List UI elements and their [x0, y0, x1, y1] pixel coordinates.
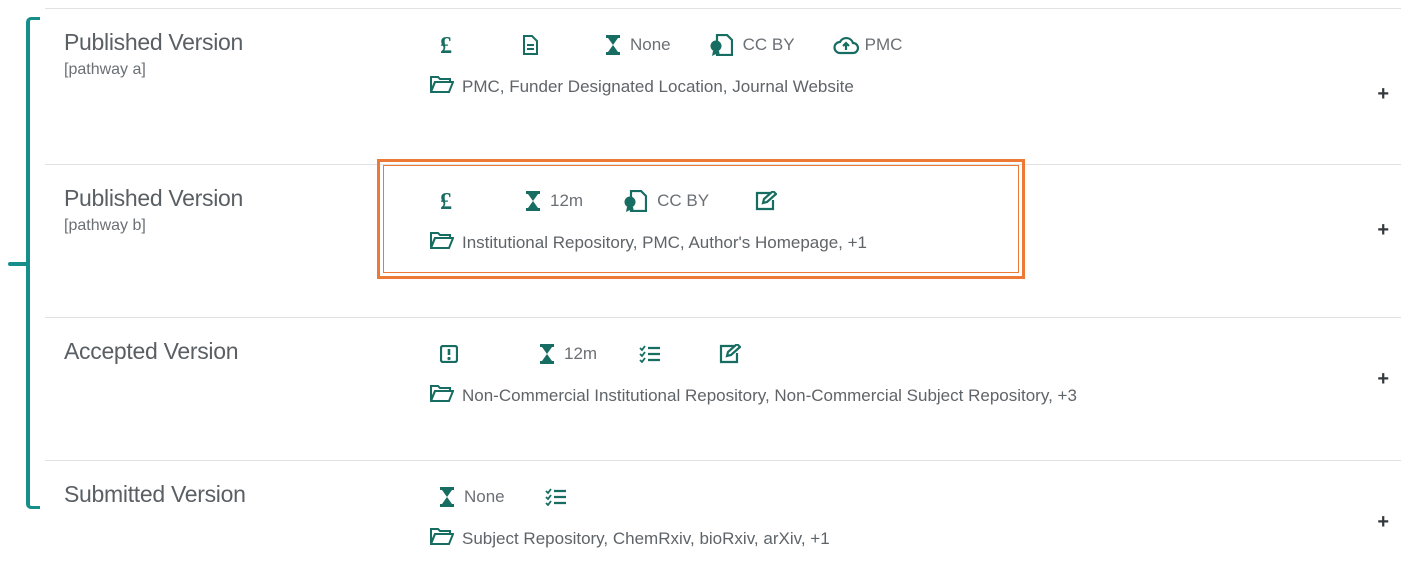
- checklist-icon: [639, 345, 661, 363]
- location-list: Subject Repository, ChemRxiv, bioRxiv, a…: [429, 527, 830, 550]
- hourglass-icon: 12m: [540, 344, 597, 364]
- version-row-submitted: Submitted Version None Subject Repositor…: [45, 460, 1401, 548]
- folder-icon: [429, 75, 455, 98]
- checklist-icon: [545, 488, 567, 506]
- location-list: Non-Commercial Institutional Repository,…: [429, 384, 1077, 407]
- document-icon: [522, 35, 538, 55]
- hourglass-icon: None: [606, 35, 671, 55]
- version-pathway: [pathway a]: [64, 61, 146, 78]
- embargo-value: 12m: [564, 344, 598, 363]
- location-text: Subject Repository, ChemRxiv, bioRxiv, a…: [462, 528, 830, 548]
- version-title: Accepted Version: [64, 338, 239, 364]
- cloud-upload-icon: PMC: [833, 35, 903, 55]
- version-pathway: [pathway b]: [64, 217, 146, 234]
- version-title: Submitted Version: [64, 481, 246, 507]
- highlight-box: [377, 159, 1025, 279]
- folder-icon: [429, 527, 455, 550]
- policy-icons: None: [440, 481, 567, 513]
- alert-icon: [440, 345, 458, 363]
- expand-button[interactable]: +: [1377, 83, 1389, 106]
- embargo-value: None: [464, 487, 505, 506]
- location-text: PMC, Funder Designated Location, Journal…: [462, 76, 854, 96]
- group-bracket-tick: [8, 262, 28, 266]
- policy-icons: 12m: [440, 338, 742, 370]
- license-value: CC BY: [742, 35, 795, 54]
- svg-text:£: £: [440, 34, 452, 56]
- expand-button[interactable]: +: [1377, 511, 1389, 534]
- folder-icon: [429, 384, 455, 407]
- version-title: Published Version: [64, 185, 244, 211]
- license-icon: CC BY: [709, 34, 795, 56]
- policy-icons: £ None CC BY PMC: [440, 29, 902, 61]
- hourglass-icon: None: [440, 487, 505, 507]
- version-row-accepted: Accepted Version 12m Non-Commercial Inst…: [45, 317, 1401, 405]
- deposit-value: PMC: [864, 35, 903, 54]
- location-list: PMC, Funder Designated Location, Journal…: [429, 75, 854, 98]
- expand-button[interactable]: +: [1377, 219, 1389, 242]
- expand-button[interactable]: +: [1377, 368, 1389, 391]
- version-row-published-a: Published Version [pathway a] £ None CC …: [45, 8, 1401, 105]
- location-text: Non-Commercial Institutional Repository,…: [462, 385, 1077, 405]
- version-title: Published Version: [64, 29, 244, 55]
- pound-icon: £: [440, 34, 456, 56]
- embargo-value: None: [630, 35, 671, 54]
- edit-icon: [719, 344, 742, 364]
- group-bracket: [26, 17, 40, 509]
